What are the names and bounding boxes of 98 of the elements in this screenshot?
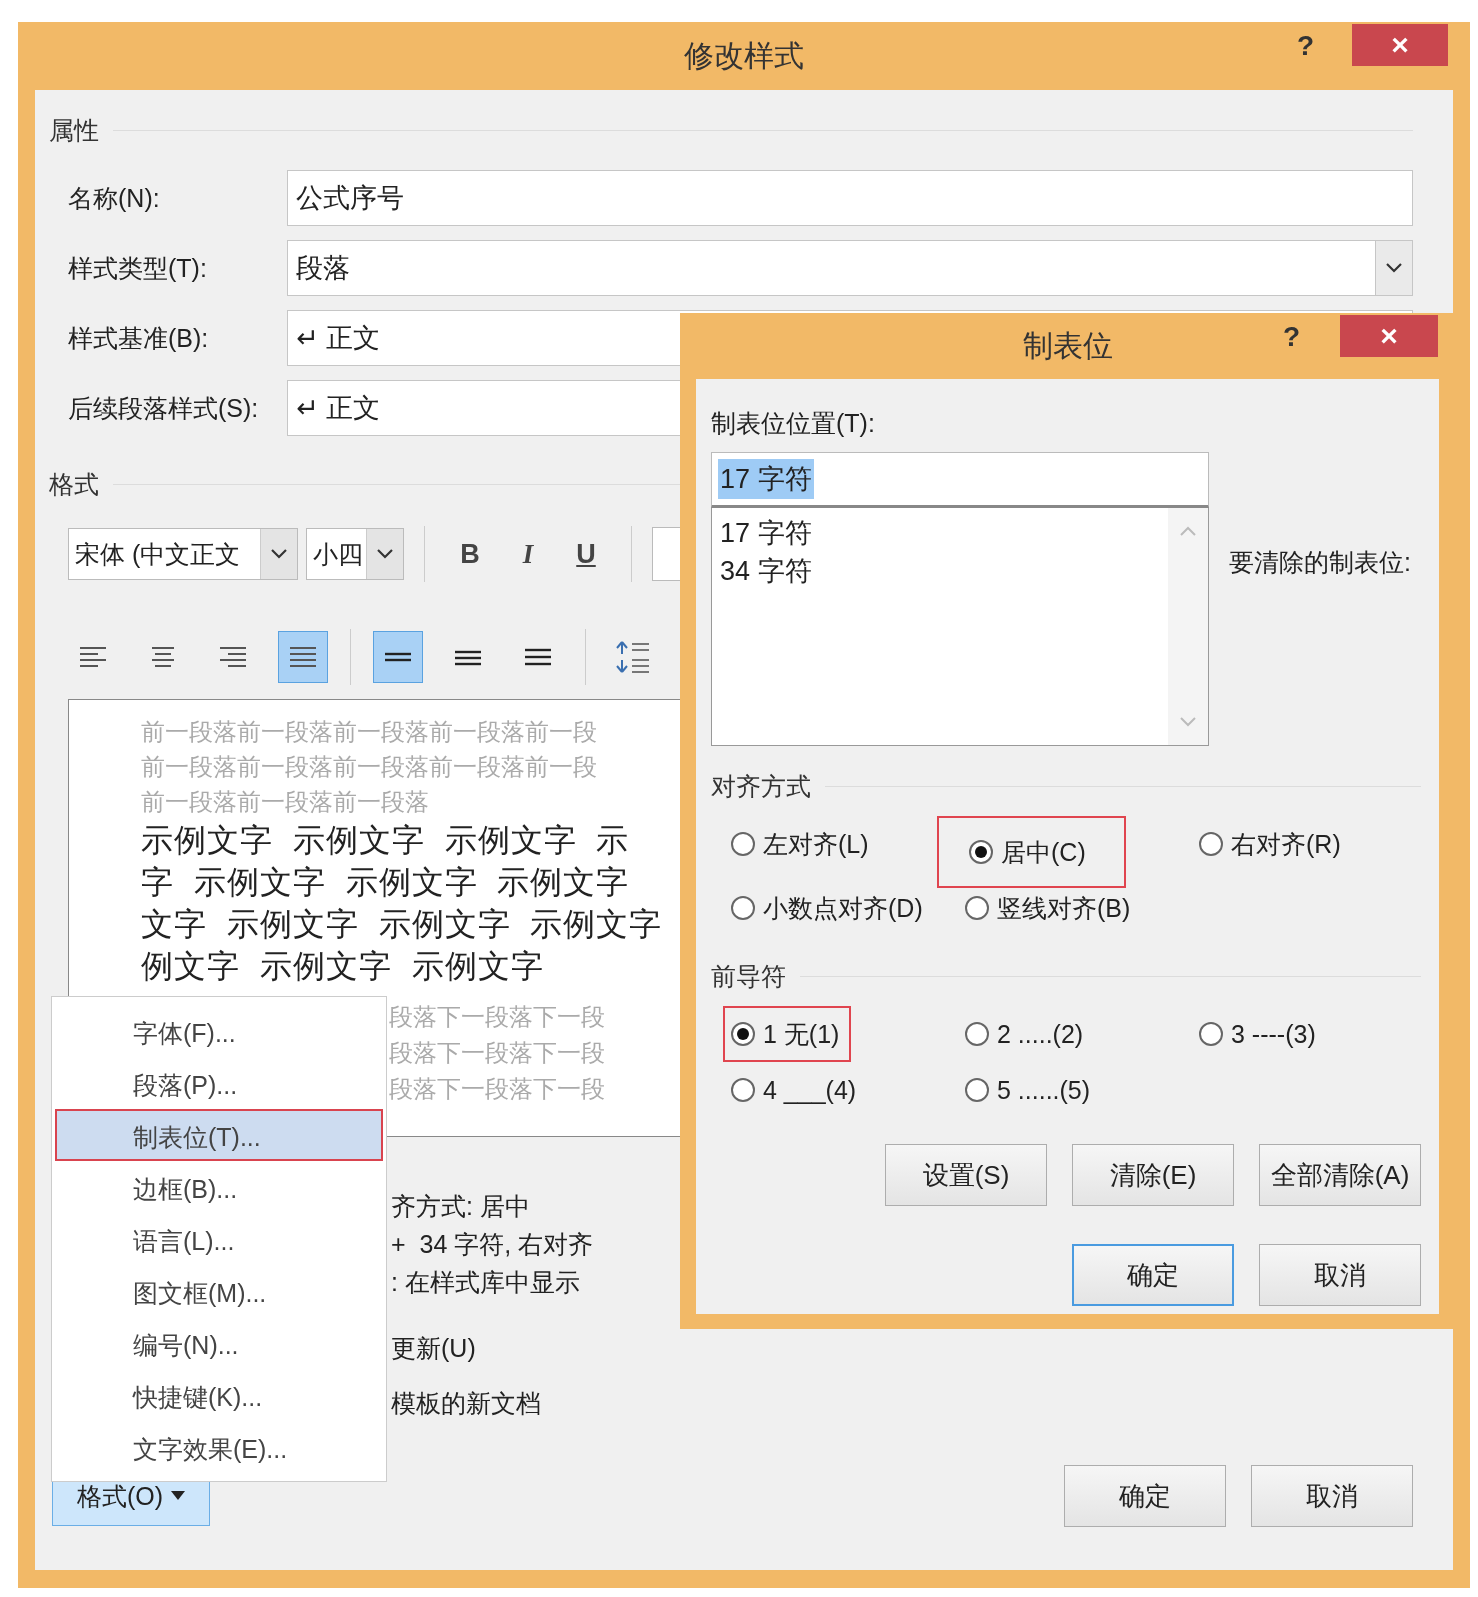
sample-text: 字 示例文字 示例文字 示例文字: [141, 863, 630, 902]
section-heading: 格式: [49, 468, 99, 500]
scrollbar[interactable]: [1168, 508, 1208, 745]
field-label: 要清除的制表位:: [1229, 547, 1411, 578]
chevron-down-icon: [1385, 262, 1403, 274]
description-text: + 34 字符, 右对齐: [391, 1229, 594, 1260]
preview-text: 前一段落前一段落前一段落: [141, 787, 429, 817]
radio-label: 5 ......(5): [997, 1075, 1091, 1105]
dialog-button[interactable]: 全部清除(A): [1259, 1144, 1421, 1206]
field-label: 后续段落样式(S):: [68, 392, 260, 424]
align-right-icon: [220, 645, 246, 669]
radio-button[interactable]: [1199, 1022, 1223, 1046]
sample-text: 示例文字 示例文字 示例文字 示: [141, 821, 630, 860]
align-justify-icon: [290, 645, 316, 669]
radio-button[interactable]: [969, 840, 993, 864]
underline-button[interactable]: U: [561, 531, 611, 577]
section-heading: 前导符: [711, 960, 786, 992]
italic-button[interactable]: I: [503, 531, 553, 577]
dropdown-field[interactable]: 段落: [287, 240, 1413, 296]
radio-button[interactable]: [965, 896, 989, 920]
help-button[interactable]: ?: [1274, 317, 1308, 357]
dialog-button[interactable]: 确定: [1064, 1465, 1226, 1527]
menu-item[interactable]: 字体(F)...: [55, 1005, 383, 1057]
menu-item[interactable]: 制表位(T)...: [55, 1109, 383, 1161]
field-label: 名称(N):: [68, 182, 161, 214]
chevron-down-icon: [270, 548, 288, 560]
radio-label: 小数点对齐(D): [763, 892, 923, 924]
close-button[interactable]: ×: [1352, 24, 1448, 66]
tab-stop-list[interactable]: 17 字符 34 字符: [711, 508, 1209, 746]
radio-button[interactable]: [965, 1022, 989, 1046]
radio-label: 3 ----(3): [1231, 1019, 1316, 1049]
menu-item[interactable]: 快捷键(K)...: [55, 1369, 383, 1421]
radio-button[interactable]: [965, 1078, 989, 1102]
menu-item[interactable]: 语言(L)...: [55, 1213, 383, 1265]
radio-button[interactable]: [731, 1022, 755, 1046]
section-heading: 属性: [49, 114, 99, 146]
menu-item[interactable]: 图文框(M)...: [55, 1265, 383, 1317]
input-field[interactable]: 17 字符: [711, 452, 1209, 508]
dialog-button[interactable]: 设置(S): [885, 1144, 1047, 1206]
menu-item[interactable]: 边框(B)...: [55, 1161, 383, 1213]
preview-text: 段落下一段落下一段: [389, 1074, 605, 1104]
close-button[interactable]: ×: [1340, 315, 1438, 357]
field-value: 段落: [296, 252, 350, 285]
dropdown-field[interactable]: 宋体 (中文正文: [68, 528, 298, 580]
dialog-button[interactable]: 取消: [1251, 1465, 1413, 1527]
dropdown-field[interactable]: 小四: [306, 528, 404, 580]
field-value: 17 字符: [718, 459, 814, 499]
field-value: 小四: [312, 538, 363, 570]
description-text: 齐方式: 居中: [391, 1191, 530, 1222]
radio-label: 竖线对齐(B): [997, 892, 1131, 924]
dialog-button[interactable]: 取消: [1259, 1244, 1421, 1306]
description-text: : 在样式库中显示: [391, 1267, 580, 1298]
radio-label: 2 .....(2): [997, 1019, 1084, 1049]
chevron-down-icon: [376, 548, 394, 560]
menu-item[interactable]: 段落(P)...: [55, 1057, 383, 1109]
align-justify-button[interactable]: [278, 631, 328, 683]
preview-text: 段落下一段落下一段: [389, 1002, 605, 1032]
help-button[interactable]: ?: [1288, 26, 1322, 66]
input-field[interactable]: 公式序号: [287, 170, 1413, 226]
menu-item[interactable]: 编号(N)...: [55, 1317, 383, 1369]
radio-button[interactable]: [1199, 832, 1223, 856]
preview-text: 前一段落前一段落前一段落前一段落前一段: [141, 717, 597, 747]
sample-text: 文字 示例文字 示例文字 示例文字: [141, 905, 663, 944]
preview-text: 段落下一段落下一段: [389, 1038, 605, 1068]
radio-button[interactable]: [731, 832, 755, 856]
align-center-icon: [150, 645, 176, 669]
radio-label: 居中(C): [1001, 836, 1086, 868]
field-label: 样式基准(B):: [68, 322, 210, 354]
scroll-down-icon: [1180, 717, 1196, 727]
field-label: 样式类型(T):: [68, 252, 208, 284]
radio-label: 1 无(1): [763, 1018, 840, 1050]
dropdown-arrow-button[interactable]: [366, 529, 403, 579]
radio-label: 右对齐(R): [1231, 828, 1341, 860]
dialog-button[interactable]: 确定: [1072, 1244, 1234, 1306]
caret-icon: [171, 1491, 186, 1501]
align-left-icon: [80, 645, 106, 669]
sample-text: 例文字 示例文字 示例文字: [141, 947, 544, 986]
field-label: 制表位位置(T):: [711, 408, 876, 439]
radio-label: 左对齐(L): [763, 828, 869, 860]
bold-button[interactable]: B: [445, 531, 495, 577]
radio-button[interactable]: [731, 896, 755, 920]
window-title: 制表位: [1023, 327, 1113, 364]
paragraph-spacing-icon: [616, 640, 650, 674]
line-spacing-icon: [525, 646, 551, 668]
section-heading: 对齐方式: [711, 770, 811, 802]
dialog-button[interactable]: 清除(E): [1072, 1144, 1234, 1206]
line-spacing-single-button[interactable]: [373, 631, 423, 683]
field-value: 宋体 (中文正文: [74, 538, 241, 570]
scroll-up-icon: [1180, 526, 1196, 536]
option-label: 更新(U): [391, 1333, 476, 1364]
window-title: 修改样式: [684, 37, 804, 74]
list-item[interactable]: 34 字符: [720, 552, 1160, 590]
preview-text: 前一段落前一段落前一段落前一段落前一段: [141, 752, 597, 782]
radio-label: 4 ___(4): [763, 1075, 857, 1105]
radio-button[interactable]: [731, 1078, 755, 1102]
dropdown-arrow-button[interactable]: [260, 529, 297, 579]
list-item[interactable]: 17 字符: [720, 514, 1160, 552]
option-label: 模板的新文档: [391, 1388, 541, 1419]
